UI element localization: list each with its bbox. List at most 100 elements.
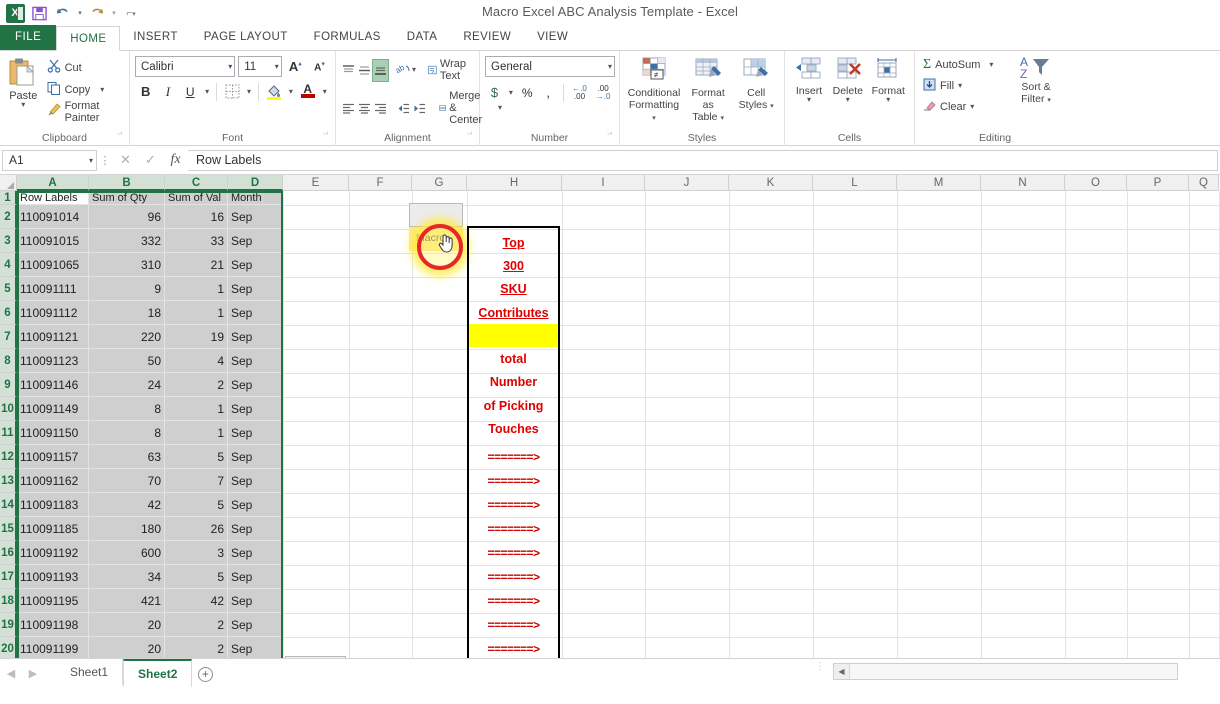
column-header-a[interactable]: A (17, 175, 89, 191)
column-header-k[interactable]: K (729, 175, 813, 191)
cell-A6[interactable]: 110091112 (17, 301, 89, 325)
cell-D11[interactable]: Sep (228, 421, 283, 445)
currency-dropdown-icon[interactable]: ▾ (506, 82, 516, 103)
row-header-13[interactable]: 13 (0, 469, 17, 493)
cell-C20[interactable]: 2 (165, 637, 228, 658)
format-as-table-button[interactable]: Format as Table ▾ (683, 55, 733, 125)
cell-D15[interactable]: Sep (228, 517, 283, 541)
cell-C9[interactable]: 2 (165, 373, 228, 397)
row-header-4[interactable]: 4 (0, 253, 17, 277)
bold-button[interactable]: B (135, 81, 156, 102)
font-size-input[interactable]: 11 ▾ (238, 56, 282, 77)
row-header-9[interactable]: 9 (0, 373, 17, 397)
tab-data[interactable]: DATA (394, 25, 451, 50)
cell-A7[interactable]: 110091121 (17, 325, 89, 349)
column-header-n[interactable]: N (981, 175, 1065, 191)
fill-dropdown-icon[interactable]: ▾ (958, 81, 962, 89)
decrease-font-size-button[interactable]: A▾ (309, 56, 330, 77)
select-all-corner[interactable] (0, 175, 17, 191)
column-header-f[interactable]: F (349, 175, 412, 191)
cell-A20[interactable]: 110091199 (17, 637, 89, 658)
cell-D1[interactable]: Month (228, 191, 283, 205)
cell-C6[interactable]: 1 (165, 301, 228, 325)
cell-D13[interactable]: Sep (228, 469, 283, 493)
cell-styles-button[interactable]: Cell Styles ▾ (733, 55, 779, 113)
row-header-12[interactable]: 12 (0, 445, 17, 469)
alignment-dialog-launcher[interactable] (467, 134, 476, 143)
enter-formula-button[interactable]: ✓ (138, 150, 163, 171)
tab-review[interactable]: REVIEW (450, 25, 524, 50)
align-left-button[interactable] (341, 98, 356, 119)
increase-font-size-button[interactable]: A▴ (285, 56, 306, 77)
tab-insert[interactable]: INSERT (120, 25, 190, 50)
cell-D8[interactable]: Sep (228, 349, 283, 373)
cell-B18[interactable]: 421 (89, 589, 165, 613)
column-header-i[interactable]: I (562, 175, 645, 191)
paste-dropdown-icon[interactable]: ▾ (21, 101, 25, 109)
insert-function-button[interactable]: fx (163, 150, 188, 171)
cell-C3[interactable]: 33 (165, 229, 228, 253)
font-dialog-launcher[interactable] (323, 134, 332, 143)
cell-B16[interactable]: 600 (89, 541, 165, 565)
row-header-1[interactable]: 1 (0, 191, 17, 205)
underline-dropdown-icon[interactable]: ▾ (202, 81, 213, 102)
decrease-indent-button[interactable] (396, 98, 411, 119)
cancel-formula-button[interactable]: ✕ (113, 150, 138, 171)
insert-dropdown-icon[interactable]: ▾ (807, 96, 811, 104)
delete-dropdown-icon[interactable]: ▾ (846, 96, 850, 104)
row-header-3[interactable]: 3 (0, 229, 17, 253)
row-header-20[interactable]: 20 (0, 637, 17, 658)
cell-B13[interactable]: 70 (89, 469, 165, 493)
cell-B9[interactable]: 24 (89, 373, 165, 397)
font-color-dropdown-icon[interactable]: ▾ (319, 81, 330, 102)
clear-dropdown-icon[interactable]: ▾ (970, 102, 974, 110)
format-dropdown-icon[interactable]: ▾ (886, 96, 890, 104)
autosum-dropdown-icon[interactable]: ▾ (989, 60, 993, 68)
column-header-o[interactable]: O (1065, 175, 1127, 191)
cell-D10[interactable]: Sep (228, 397, 283, 421)
cell-D20[interactable]: Sep (228, 637, 283, 658)
column-header-c[interactable]: C (165, 175, 228, 191)
scroll-left-button[interactable]: ◀ (834, 664, 850, 679)
cell-C16[interactable]: 3 (165, 541, 228, 565)
cell-C7[interactable]: 19 (165, 325, 228, 349)
cell-C18[interactable]: 42 (165, 589, 228, 613)
next-sheet-button[interactable]: ▶ (22, 667, 44, 680)
tab-formulas[interactable]: FORMULAS (301, 25, 394, 50)
format-painter-button[interactable]: Format Painter (44, 100, 124, 124)
cell-C4[interactable]: 21 (165, 253, 228, 277)
currency-button[interactable]: $ (485, 82, 504, 103)
cell-B10[interactable]: 8 (89, 397, 165, 421)
cell-C11[interactable]: 1 (165, 421, 228, 445)
font-name-input[interactable]: Calibri ▾ (135, 56, 236, 77)
cell-B7[interactable]: 220 (89, 325, 165, 349)
orientation-button[interactable]: ab (396, 60, 411, 81)
cell-A2[interactable]: 110091014 (17, 205, 89, 229)
delete-cells-button[interactable]: Delete ▾ (828, 55, 868, 105)
column-header-j[interactable]: J (645, 175, 729, 191)
copy-button[interactable]: Copy ▾ (44, 80, 124, 99)
cell-D9[interactable]: Sep (228, 373, 283, 397)
cell-B12[interactable]: 63 (89, 445, 165, 469)
horizontal-scrollbar[interactable]: ◀ (833, 663, 1178, 680)
font-color-button[interactable]: A (297, 81, 318, 102)
cell-A4[interactable]: 110091065 (17, 253, 89, 277)
fill-color-dropdown-icon[interactable]: ▾ (286, 81, 297, 102)
cell-C2[interactable]: 16 (165, 205, 228, 229)
row-header-6[interactable]: 6 (0, 301, 17, 325)
cell-B5[interactable]: 9 (89, 277, 165, 301)
cell-D18[interactable]: Sep (228, 589, 283, 613)
cut-button[interactable]: Cut (44, 58, 124, 77)
decrease-decimal-button[interactable]: .00 →.0 (592, 82, 614, 103)
cell-B14[interactable]: 42 (89, 493, 165, 517)
autosum-button[interactable]: Σ AutoSum ▾ (920, 55, 1008, 74)
cell-B20[interactable]: 20 (89, 637, 165, 658)
underline-button[interactable]: U (180, 81, 201, 102)
cell-D4[interactable]: Sep (228, 253, 283, 277)
format-cells-button[interactable]: Format ▾ (868, 55, 909, 105)
column-header-e[interactable]: E (283, 175, 349, 191)
cell-B8[interactable]: 50 (89, 349, 165, 373)
cell-C10[interactable]: 1 (165, 397, 228, 421)
paste-button[interactable]: Paste ▾ (5, 54, 42, 121)
align-bottom-button[interactable] (372, 58, 389, 82)
